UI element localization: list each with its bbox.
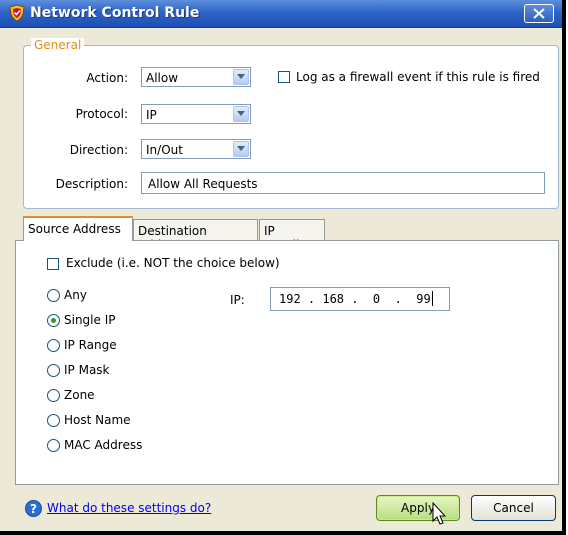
cancel-label: Cancel xyxy=(493,501,534,515)
action-label: Action: xyxy=(86,71,128,85)
svg-text:?: ? xyxy=(30,502,37,516)
action-select[interactable]: Allow xyxy=(141,67,251,87)
ip-label: IP: xyxy=(230,293,245,307)
radio-label: Zone xyxy=(64,388,95,402)
general-legend: General xyxy=(31,38,85,52)
action-dropdown-button[interactable] xyxy=(233,69,249,85)
direction-dropdown-button[interactable] xyxy=(233,141,249,157)
radio-ip-range[interactable] xyxy=(47,339,60,352)
radio-label: IP Mask xyxy=(64,363,110,377)
radio-ip-mask[interactable] xyxy=(47,364,60,377)
tab-label: Source Address xyxy=(28,222,121,236)
direction-value: In/Out xyxy=(146,143,183,157)
radio-label: MAC Address xyxy=(64,438,143,452)
radio-zone[interactable] xyxy=(47,389,60,402)
radio-any[interactable] xyxy=(47,289,60,302)
help-icon[interactable]: ? xyxy=(25,500,42,517)
exclude-label: Exclude (i.e. NOT the choice below) xyxy=(66,256,280,270)
action-value: Allow xyxy=(146,71,179,85)
radio-mac-address[interactable] xyxy=(47,439,60,452)
exclude-checkbox[interactable] xyxy=(47,258,59,270)
apply-label: Apply xyxy=(401,501,435,515)
log-event-label: Log as a firewall event if this rule is … xyxy=(296,70,540,84)
shield-icon xyxy=(9,4,25,22)
chevron-down-icon xyxy=(237,74,245,79)
protocol-label: Protocol: xyxy=(75,107,128,121)
chevron-down-icon xyxy=(237,111,245,116)
close-icon xyxy=(533,8,545,19)
network-control-rule-dialog: Network Control Rule General Action: All… xyxy=(0,0,566,535)
radio-label: IP Range xyxy=(64,338,117,352)
close-button[interactable] xyxy=(524,4,554,23)
protocol-dropdown-button[interactable] xyxy=(233,106,249,122)
radio-label: Host Name xyxy=(64,413,131,427)
radio-label: Single IP xyxy=(64,313,116,327)
text-caret xyxy=(432,291,433,306)
active-tab-joint xyxy=(24,239,132,242)
protocol-value: IP xyxy=(146,108,157,122)
radio-single-ip[interactable] xyxy=(47,314,60,327)
chevron-down-icon xyxy=(237,146,245,151)
ip-address-value: 192 . 168 . 0 . 99 xyxy=(279,292,431,306)
radio-host-name[interactable] xyxy=(47,414,60,427)
protocol-select[interactable]: IP xyxy=(141,104,251,124)
log-event-checkbox[interactable] xyxy=(278,71,290,83)
window-title: Network Control Rule xyxy=(30,5,200,21)
cancel-button[interactable]: Cancel xyxy=(471,495,556,521)
direction-select[interactable]: In/Out xyxy=(141,139,251,159)
tab-source-address[interactable]: Source Address xyxy=(23,216,133,241)
tab-destination-address[interactable]: Destination Address xyxy=(133,219,258,252)
help-link[interactable]: What do these settings do? xyxy=(47,501,211,515)
description-value: Allow All Requests xyxy=(148,177,258,191)
direction-label: Direction: xyxy=(69,143,128,157)
title-bar: Network Control Rule xyxy=(0,0,562,28)
tab-ip-details[interactable]: IP Details xyxy=(259,219,325,252)
description-label: Description: xyxy=(55,177,128,191)
radio-label: Any xyxy=(64,288,87,302)
description-input[interactable]: Allow All Requests xyxy=(141,172,545,194)
mouse-pointer-icon xyxy=(432,502,447,525)
